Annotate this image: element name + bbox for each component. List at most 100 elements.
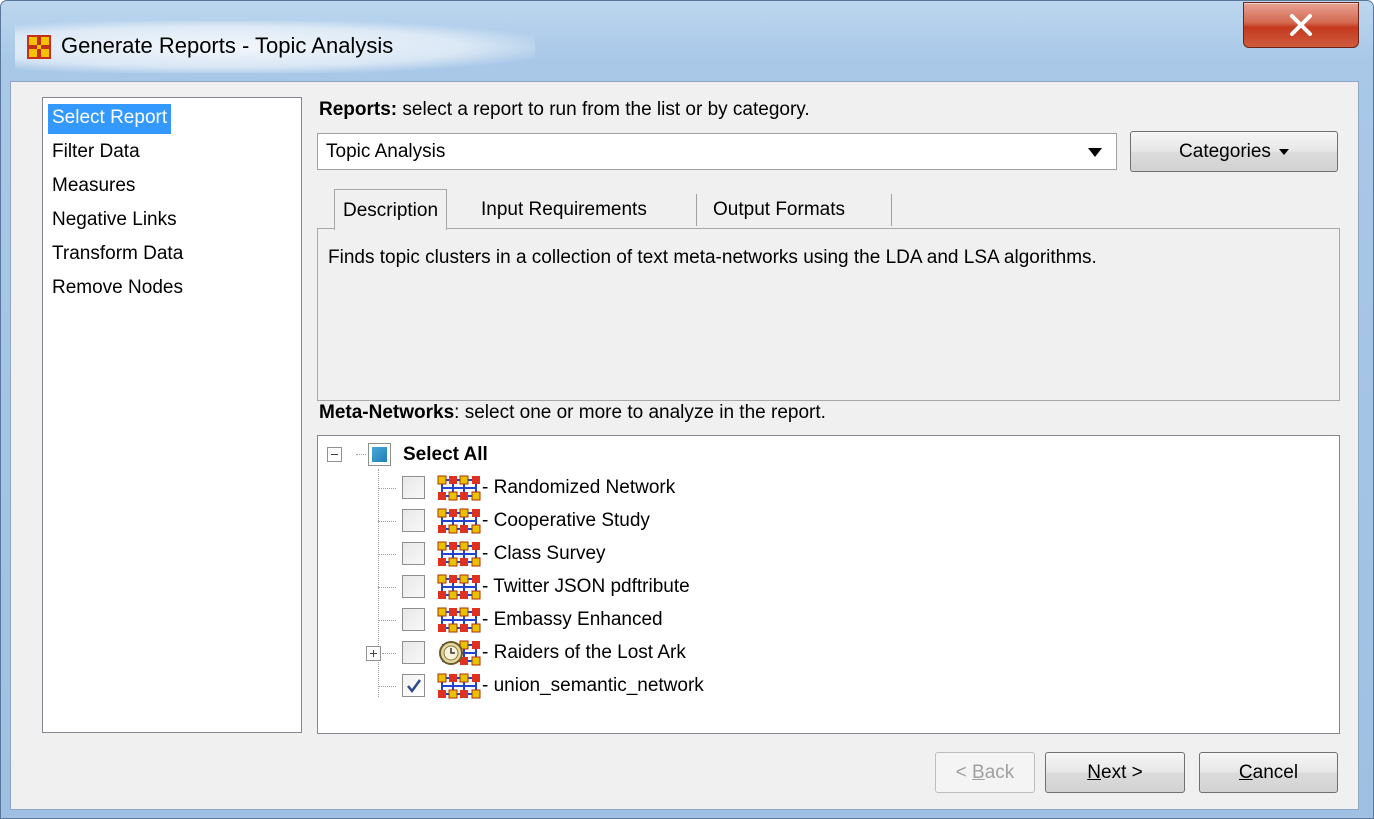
next-button-mnemonic: N — [1087, 762, 1101, 783]
network-label-prefix: - — [482, 477, 494, 498]
nav-item-label: Negative Links — [52, 209, 177, 230]
tab-description[interactable]: Description — [334, 189, 448, 230]
meta-networks-heading-bold: Meta-Networks — [319, 402, 455, 423]
tree-guide-line — [378, 521, 396, 522]
network-label-text: Twitter JSON pdftribute — [493, 576, 690, 597]
close-icon — [1290, 14, 1312, 36]
dialog-client-area: Select Report Filter Data Measures Negat… — [10, 81, 1359, 810]
network-label-text: Cooperative Study — [493, 510, 650, 531]
network-label-prefix: - — [482, 609, 494, 630]
tree-row[interactable]: - Class Survey — [318, 538, 1339, 570]
expand-icon[interactable] — [366, 646, 381, 661]
network-label: - Randomized Network — [482, 477, 675, 499]
network-label-text: union_semantic_network — [493, 675, 704, 696]
network-label: - union_semantic_network — [482, 675, 704, 697]
dynamic-meta-network-icon — [439, 640, 481, 666]
network-checkbox[interactable] — [402, 641, 425, 664]
tree-row[interactable]: - Cooperative Study — [318, 505, 1339, 537]
categories-button[interactable]: Categories — [1130, 131, 1338, 172]
tab-divider — [891, 194, 892, 226]
nav-item-label: Transform Data — [52, 243, 184, 264]
reports-heading: Reports: select a report to run from the… — [319, 99, 810, 121]
cancel-button[interactable]: Cancel — [1199, 752, 1338, 793]
tab-input-requirements[interactable]: Input Requirements — [473, 189, 655, 229]
back-button[interactable]: < Back — [935, 752, 1035, 793]
checkmark-icon — [407, 679, 422, 694]
network-checkbox[interactable] — [402, 575, 425, 598]
nav-item-remove-nodes[interactable]: Remove Nodes — [48, 274, 187, 304]
network-checkbox[interactable] — [402, 509, 425, 532]
network-label: - Cooperative Study — [482, 510, 650, 532]
tree-row[interactable]: - Embassy Enhanced — [318, 604, 1339, 636]
network-checkbox[interactable] — [402, 476, 425, 499]
network-label-text: Embassy Enhanced — [493, 609, 663, 630]
description-panel: Finds topic clusters in a collection of … — [317, 228, 1340, 401]
wizard-step-list: Select Report Filter Data Measures Negat… — [42, 97, 302, 733]
description-text: Finds topic clusters in a collection of … — [328, 247, 1097, 268]
tree-root-row: Select All — [318, 439, 1339, 471]
app-icon — [27, 35, 51, 59]
tree-guide-line — [378, 554, 396, 555]
nav-item-label: Select Report — [52, 107, 168, 128]
cancel-button-mnemonic: C — [1238, 762, 1253, 783]
tree-row[interactable]: - union_semantic_network — [318, 670, 1339, 702]
tab-label: Input Requirements — [481, 199, 647, 220]
tab-divider — [696, 194, 697, 226]
nav-item-negative-links[interactable]: Negative Links — [48, 206, 181, 236]
network-label: - Twitter JSON pdftribute — [482, 576, 690, 598]
nav-item-filter-data[interactable]: Filter Data — [48, 138, 144, 168]
nav-item-label: Filter Data — [52, 141, 140, 162]
tree-guide-line — [378, 670, 379, 687]
dialog-window: Generate Reports - Topic Analysis Select… — [0, 0, 1374, 819]
meta-network-icon — [437, 475, 481, 501]
tree-row[interactable]: - Randomized Network — [318, 472, 1339, 504]
reports-heading-bold: Reports: — [319, 99, 398, 120]
network-checkbox[interactable] — [402, 542, 425, 565]
meta-network-icon — [437, 607, 481, 633]
network-label: - Raiders of the Lost Ark — [482, 642, 686, 664]
tab-label: Description — [343, 200, 439, 221]
tree-guide-line — [382, 653, 396, 654]
collapse-icon[interactable] — [327, 447, 342, 462]
nav-item-transform-data[interactable]: Transform Data — [48, 240, 187, 270]
nav-item-label: Measures — [52, 175, 136, 196]
meta-network-icon — [437, 673, 481, 699]
tree-guide-line — [378, 686, 396, 687]
window-title: Generate Reports - Topic Analysis — [61, 33, 394, 58]
nav-item-select-report[interactable]: Select Report — [48, 104, 172, 134]
nav-item-measures[interactable]: Measures — [48, 172, 139, 202]
network-checkbox[interactable] — [402, 608, 425, 631]
meta-network-tree: Select All - Randomized Network - Cooper… — [317, 435, 1340, 734]
back-button-mnemonic: B — [972, 762, 985, 783]
meta-network-icon — [437, 574, 481, 600]
meta-network-icon — [437, 508, 481, 534]
select-all-label: Select All — [403, 444, 488, 465]
network-label-prefix: - — [482, 576, 494, 597]
tree-guide-line — [378, 488, 396, 489]
tab-label: Output Formats — [713, 199, 845, 220]
meta-networks-heading-text: : select one or more to analyze in the r… — [454, 402, 826, 423]
title-bar[interactable]: Generate Reports - Topic Analysis — [1, 1, 1373, 79]
tree-guide-line — [378, 620, 396, 621]
nav-item-label: Remove Nodes — [52, 277, 183, 298]
back-button-prefix: < — [955, 762, 973, 783]
network-label: - Embassy Enhanced — [482, 609, 663, 631]
network-checkbox[interactable] — [402, 674, 425, 697]
report-dropdown[interactable]: Topic Analysis — [317, 133, 1117, 170]
tree-row[interactable]: - Twitter JSON pdftribute — [318, 571, 1339, 603]
tab-output-formats[interactable]: Output Formats — [705, 189, 853, 229]
select-all-checkbox[interactable] — [368, 443, 391, 466]
next-button-label: ext > — [1101, 762, 1143, 783]
tree-guide-line — [378, 587, 396, 588]
network-label-text: Randomized Network — [493, 477, 676, 498]
meta-network-icon — [437, 541, 481, 567]
close-button[interactable] — [1243, 2, 1359, 48]
cancel-button-label: ancel — [1252, 762, 1299, 783]
network-label-prefix: - — [482, 510, 494, 531]
network-label-text: Class Survey — [493, 543, 606, 564]
tree-row[interactable]: - Raiders of the Lost Ark — [318, 637, 1339, 669]
categories-button-label: Categories — [1179, 141, 1271, 162]
network-label: - Class Survey — [482, 543, 606, 565]
next-button[interactable]: Next > — [1045, 752, 1185, 793]
reports-heading-text: select a report to run from the list or … — [397, 99, 810, 120]
